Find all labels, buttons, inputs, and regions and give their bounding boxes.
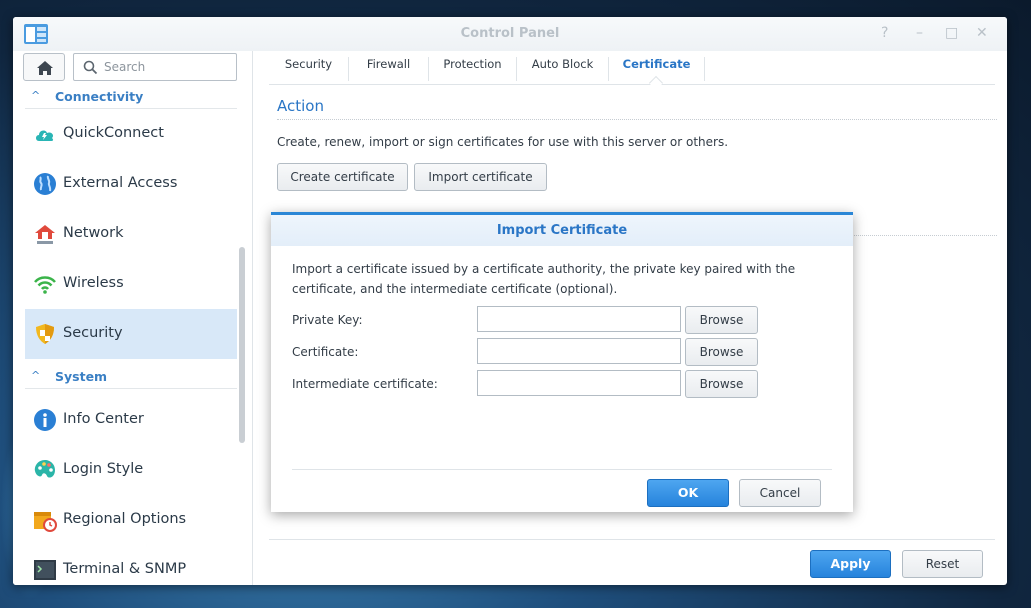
- sidebar-list: ^ Connectivity QuickConnect External Acc…: [13, 87, 253, 585]
- certificate-field[interactable]: [477, 338, 681, 364]
- tab-protection[interactable]: Protection: [429, 57, 517, 81]
- title-bar: Control Panel ? – □ ✕: [13, 17, 1007, 51]
- shield-icon: [36, 324, 54, 344]
- home-network-icon: [35, 225, 55, 244]
- sidebar-item-security[interactable]: Security: [25, 309, 237, 359]
- sidebar-item-label: Regional Options: [63, 511, 187, 527]
- intermediate-certificate-field[interactable]: [477, 370, 681, 396]
- create-certificate-button[interactable]: Create certificate: [277, 163, 408, 191]
- maximize-icon[interactable]: □: [945, 25, 958, 41]
- sidebar-item-login-style[interactable]: Login Style: [25, 445, 237, 495]
- chevron-up-icon: ^: [31, 89, 41, 102]
- sidebar-item-label: Login Style: [63, 461, 144, 477]
- dialog-divider: [292, 469, 832, 470]
- dialog-title: Import Certificate: [271, 215, 853, 246]
- section-description: Create, renew, import or sign certificat…: [277, 135, 729, 149]
- tab-security[interactable]: Security: [269, 57, 349, 81]
- divider: [277, 119, 997, 120]
- import-certificate-button[interactable]: Import certificate: [414, 163, 547, 191]
- control-panel-window: Control Panel ? – □ ✕ Search ^ Connectiv…: [13, 17, 1007, 585]
- chevron-up-icon: ^: [31, 369, 41, 382]
- reset-button[interactable]: Reset: [902, 550, 983, 578]
- cloud-icon: [36, 130, 54, 141]
- wifi-icon: [34, 276, 56, 294]
- info-icon: [34, 409, 56, 431]
- apply-button[interactable]: Apply: [810, 550, 891, 578]
- sidebar-item-label: QuickConnect: [63, 125, 164, 141]
- sidebar-item-label: External Access: [63, 175, 178, 191]
- sidebar-item-external-access[interactable]: External Access: [25, 159, 237, 209]
- sidebar-item-label: Network: [63, 225, 124, 241]
- sidebar-item-wireless[interactable]: Wireless: [25, 259, 237, 309]
- terminal-icon: [34, 560, 56, 580]
- home-icon: [37, 61, 53, 75]
- help-icon[interactable]: ?: [881, 25, 888, 41]
- sidebar: Search ^ Connectivity QuickConnect Exter…: [13, 51, 253, 585]
- browse-private-key-button[interactable]: Browse: [685, 306, 758, 334]
- tab-bar: Security Firewall Protection Auto Block …: [269, 51, 995, 91]
- sidebar-item-label: Security: [63, 325, 123, 341]
- globe-icon: [34, 173, 56, 195]
- home-button[interactable]: [23, 53, 65, 81]
- search-input[interactable]: Search: [73, 53, 237, 81]
- tab-firewall[interactable]: Firewall: [349, 57, 429, 81]
- sidebar-item-terminal-snmp[interactable]: Terminal & SNMP: [25, 545, 237, 585]
- calendar-clock-icon: [34, 512, 57, 532]
- minimize-icon[interactable]: –: [916, 25, 923, 41]
- browse-certificate-button[interactable]: Browse: [685, 338, 758, 366]
- palette-icon: [34, 460, 55, 478]
- sidebar-item-network[interactable]: Network: [25, 209, 237, 259]
- browse-intermediate-button[interactable]: Browse: [685, 370, 758, 398]
- import-certificate-dialog: Import Certificate Import a certificate …: [271, 212, 853, 512]
- search-icon: [83, 60, 98, 75]
- sidebar-item-label: Info Center: [63, 411, 144, 427]
- tab-auto-block[interactable]: Auto Block: [517, 57, 609, 81]
- sidebar-item-label: Wireless: [63, 275, 124, 291]
- search-placeholder: Search: [104, 60, 146, 74]
- sidebar-item-quickconnect[interactable]: QuickConnect: [25, 109, 237, 159]
- dialog-description: Import a certificate issued by a certifi…: [292, 262, 796, 296]
- certificate-label: Certificate:: [292, 345, 359, 359]
- group-label: System: [55, 369, 108, 384]
- group-header-system[interactable]: ^ System: [25, 367, 237, 389]
- private-key-field[interactable]: [477, 306, 681, 332]
- cancel-button[interactable]: Cancel: [739, 479, 821, 507]
- intermediate-certificate-label: Intermediate certificate:: [292, 377, 438, 391]
- ok-button[interactable]: OK: [647, 479, 729, 507]
- close-icon[interactable]: ✕: [976, 25, 988, 41]
- sidebar-item-label: Terminal & SNMP: [63, 561, 187, 577]
- sidebar-item-info-center[interactable]: Info Center: [25, 395, 237, 445]
- sidebar-item-regional-options[interactable]: Regional Options: [25, 495, 237, 545]
- group-header-connectivity[interactable]: ^ Connectivity: [25, 87, 237, 109]
- sidebar-scrollbar[interactable]: [239, 247, 245, 443]
- group-label: Connectivity: [55, 89, 144, 104]
- section-title: Action: [277, 97, 324, 115]
- footer-divider: [269, 539, 995, 540]
- private-key-label: Private Key:: [292, 313, 363, 327]
- window-title: Control Panel: [460, 26, 560, 41]
